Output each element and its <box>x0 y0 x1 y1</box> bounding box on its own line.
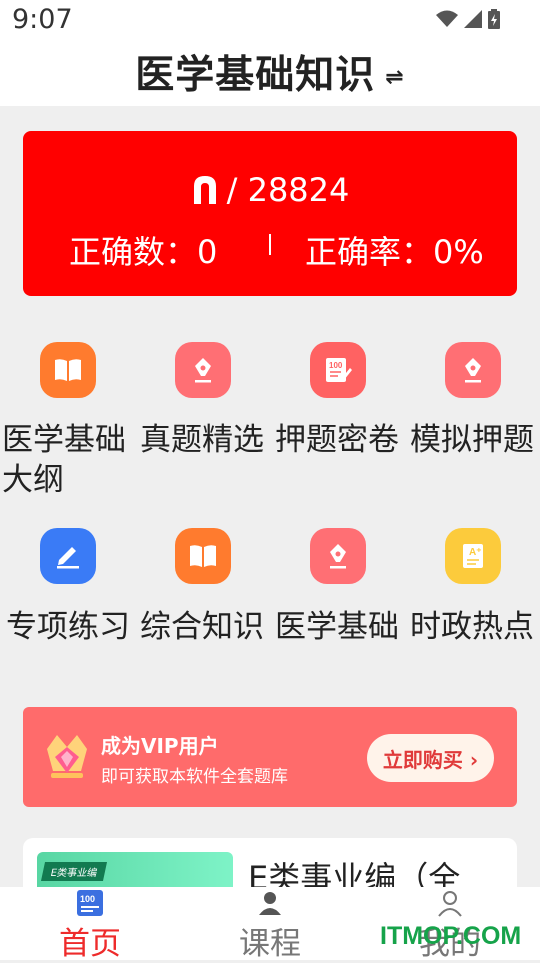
grid-label: 时政热点 <box>410 609 534 645</box>
grid-label: 医学基础大纲 <box>2 422 126 498</box>
app-header: 医学基础知识 ⇌ <box>0 40 540 106</box>
book-icon <box>175 528 231 584</box>
nav-label: 首页 <box>59 926 121 962</box>
tab-home[interactable]: 100 首页 <box>0 887 180 962</box>
status-icons <box>436 9 500 29</box>
svg-text:100: 100 <box>329 361 343 370</box>
pen-icon <box>445 342 501 398</box>
battery-icon <box>488 9 500 29</box>
nav-label: 课程 <box>239 926 301 962</box>
page-title: 医学基础知识 <box>135 53 376 98</box>
progress-count-icon <box>193 176 216 204</box>
home-icon: 100 <box>77 890 103 916</box>
grid-label: 真题精选 <box>140 422 264 458</box>
svg-text:100: 100 <box>80 894 95 904</box>
vip-banner[interactable]: 成为VIP用户 即可获取本软件全套题库 立即购买 › <box>23 707 517 807</box>
grid-label: 模拟押题 <box>410 422 534 458</box>
stats-divider <box>269 234 271 255</box>
signal-icon <box>464 10 482 28</box>
vip-subtitle: 即可获取本软件全套题库 <box>101 767 288 787</box>
watermark: ITMOP.COM <box>380 922 522 950</box>
status-time: 9:07 <box>12 4 73 35</box>
course-tag: E类事业编 <box>40 862 108 881</box>
grade-icon: A⁺ <box>445 528 501 584</box>
buy-now-button[interactable]: 立即购买 › <box>367 734 494 782</box>
pen-icon <box>310 528 366 584</box>
progress-line: / 28824 <box>23 171 517 209</box>
correct-rate: 正确率：0% <box>305 233 484 271</box>
vip-title: 成为VIP用户 <box>101 734 219 758</box>
stats-card: / 28824 正确数：0 正确率：0% <box>23 131 517 296</box>
wifi-icon <box>436 10 458 27</box>
tab-course[interactable]: 课程 <box>180 887 360 962</box>
total-questions: / 28824 <box>226 171 350 209</box>
correct-count: 正确数：0 <box>69 233 218 271</box>
svg-text:A⁺: A⁺ <box>469 547 482 558</box>
exam-paper-icon: 100 <box>310 342 366 398</box>
grid-label: 综合知识 <box>140 609 264 645</box>
stats-row: 正确数：0 正确率：0% <box>23 227 517 271</box>
course-icon <box>259 892 281 915</box>
crown-icon <box>47 735 87 778</box>
status-bar: 9:07 <box>0 0 540 40</box>
pen-icon <box>175 342 231 398</box>
profile-icon <box>438 891 462 917</box>
grid-label: 医学基础 <box>275 609 399 645</box>
grid-label: 押题密卷 <box>275 422 399 458</box>
subject-switcher[interactable]: 医学基础知识 ⇌ <box>0 44 540 100</box>
grid-label: 专项练习 <box>6 609 130 645</box>
edit-icon <box>40 528 96 584</box>
swap-icon[interactable]: ⇌ <box>385 65 404 90</box>
book-icon <box>40 342 96 398</box>
